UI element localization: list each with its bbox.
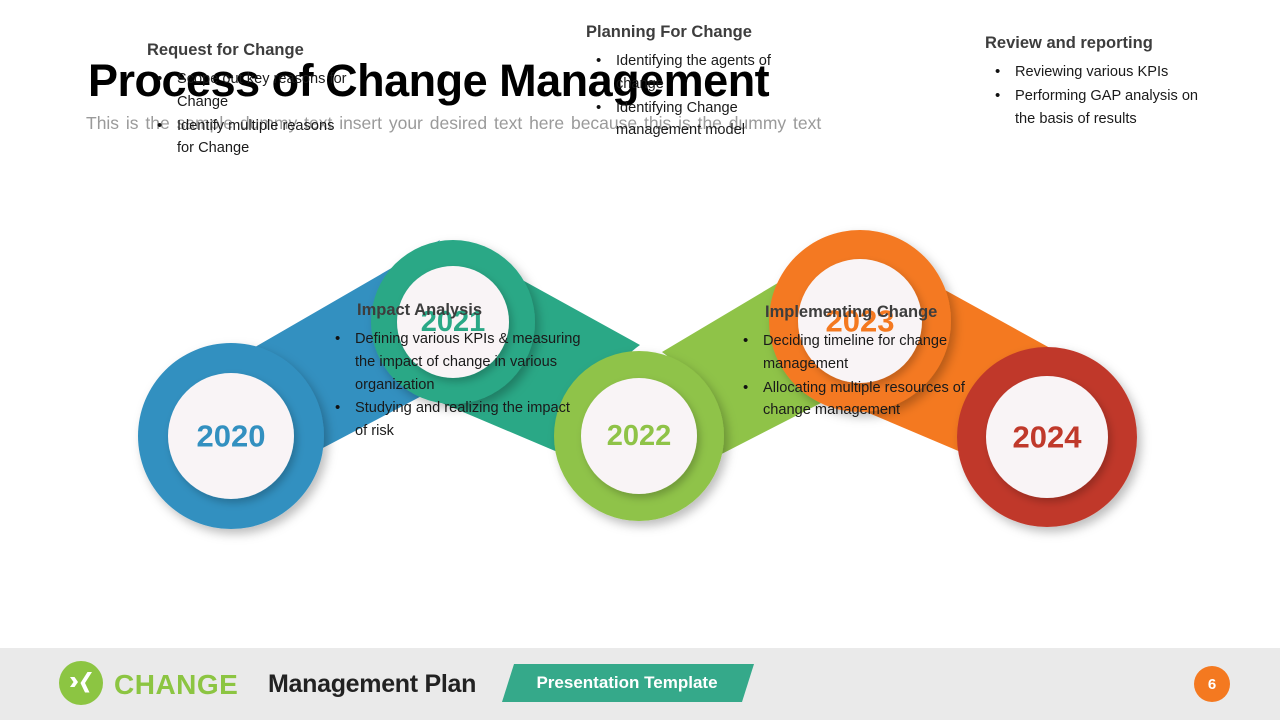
list-item: Identifying Change management model bbox=[586, 96, 786, 142]
process-timeline-diagram: 2020 2021 2022 2023 2024 bbox=[138, 230, 1137, 529]
block-bullet-list: Reviewing various KPIs Performing GAP an… bbox=[985, 60, 1210, 130]
list-item: Defining various KPIs & measuring the im… bbox=[325, 327, 583, 396]
ribbon-label: Presentation Template bbox=[536, 673, 718, 692]
node-2024-year: 2024 bbox=[1013, 420, 1083, 455]
list-item: Allocating multiple resources of change … bbox=[733, 376, 985, 422]
brand-management-plan-text: Management Plan bbox=[268, 670, 477, 698]
node-2022-year: 2022 bbox=[607, 420, 672, 452]
block-heading: Implementing Change bbox=[765, 303, 938, 321]
list-item: Identify multiple reasons for Change bbox=[147, 114, 352, 160]
block-impact-analysis: Impact Analysis Defining various KPIs & … bbox=[325, 300, 583, 444]
list-item: Scope out key reasons for Change bbox=[147, 67, 352, 113]
change-logo-icon bbox=[59, 661, 103, 705]
block-planning-for-change: Planning For Change Identifying the agen… bbox=[586, 22, 786, 143]
block-heading: Review and reporting bbox=[985, 34, 1153, 52]
block-heading: Request for Change bbox=[147, 41, 304, 59]
brand-change-text: CHANGE bbox=[114, 669, 239, 700]
slide: Process of Change Management This is the… bbox=[0, 0, 1280, 720]
block-request-for-change: Request for Change Scope out key reasons… bbox=[147, 40, 352, 161]
list-item: Deciding timeline for change management bbox=[733, 329, 985, 375]
block-heading: Planning For Change bbox=[586, 23, 752, 41]
block-bullet-list: Defining various KPIs & measuring the im… bbox=[325, 327, 583, 442]
list-item: Identifying the agents of change bbox=[586, 49, 786, 95]
node-2020-year: 2020 bbox=[197, 419, 266, 454]
block-bullet-list: Deciding timeline for change management … bbox=[733, 329, 985, 422]
block-review-and-reporting: Review and reporting Reviewing various K… bbox=[985, 33, 1210, 131]
list-item: Studying and realizing the impact of ris… bbox=[325, 396, 583, 442]
block-heading: Impact Analysis bbox=[357, 301, 483, 319]
node-2020[interactable]: 2020 bbox=[138, 343, 324, 529]
list-item: Reviewing various KPIs bbox=[985, 60, 1210, 84]
page-number-badge: 6 bbox=[1194, 666, 1230, 702]
block-bullet-list: Identifying the agents of change Identif… bbox=[586, 49, 786, 142]
list-item: Performing GAP analysis on the basis of … bbox=[985, 84, 1210, 130]
block-bullet-list: Scope out key reasons for Change Identif… bbox=[147, 67, 352, 160]
block-implementing-change: Implementing Change Deciding timeline fo… bbox=[733, 302, 985, 423]
